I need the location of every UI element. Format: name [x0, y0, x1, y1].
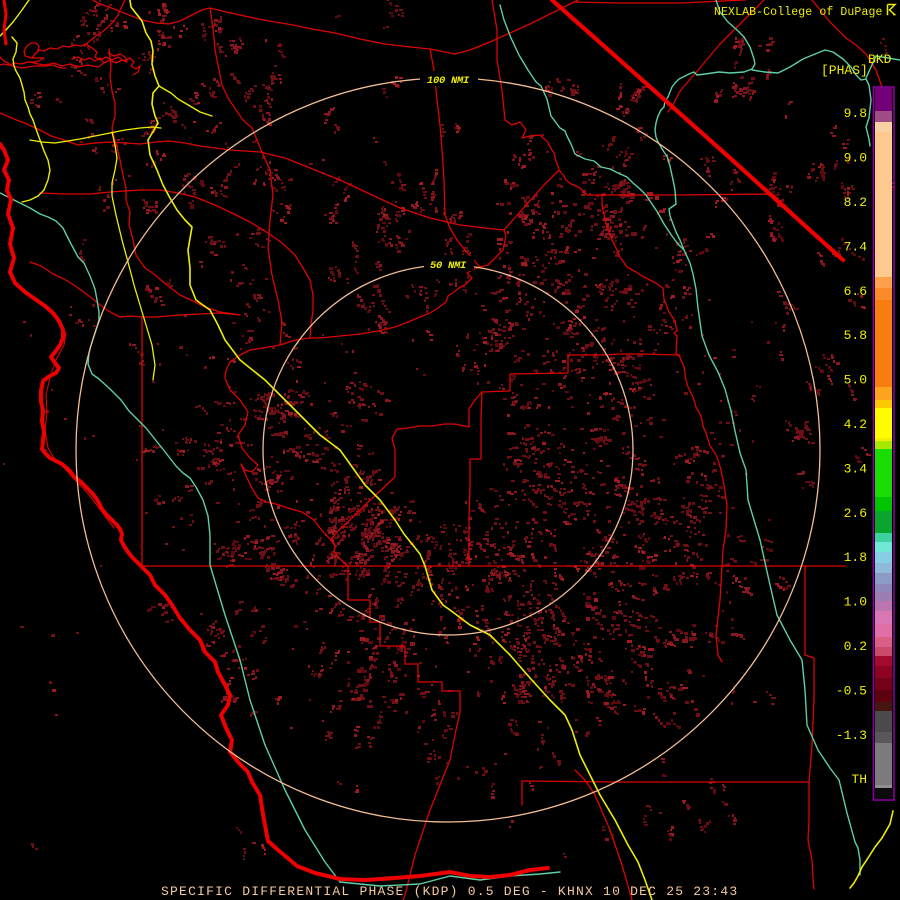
svg-text:6.6: 6.6 — [844, 284, 867, 299]
svg-text:3.4: 3.4 — [844, 461, 868, 476]
svg-text:1.0: 1.0 — [844, 595, 867, 610]
svg-text:1.8: 1.8 — [844, 550, 867, 565]
svg-text:SPECIFIC DIFFERENTIAL PHASE (K: SPECIFIC DIFFERENTIAL PHASE (KDP) 0.5 DE… — [161, 884, 738, 899]
svg-text:5.0: 5.0 — [844, 373, 867, 388]
svg-text:100 NMI: 100 NMI — [427, 75, 470, 87]
svg-text:7.4: 7.4 — [844, 239, 868, 254]
svg-text:BKD: BKD — [868, 52, 892, 67]
svg-text:0.2: 0.2 — [844, 639, 867, 654]
svg-text:9.8: 9.8 — [844, 106, 867, 121]
svg-text:4.2: 4.2 — [844, 417, 867, 432]
svg-text:-1.3: -1.3 — [836, 728, 867, 743]
svg-text:5.8: 5.8 — [844, 328, 867, 343]
svg-text:9.0: 9.0 — [844, 151, 867, 166]
svg-text:2.6: 2.6 — [844, 506, 867, 521]
svg-text:[PHAS]: [PHAS] — [821, 63, 868, 78]
svg-text:50 NMI: 50 NMI — [430, 260, 467, 272]
svg-text:NEXLAB-College of DuPage: NEXLAB-College of DuPage — [714, 6, 883, 19]
svg-text:TH: TH — [851, 772, 867, 787]
svg-text:-0.5: -0.5 — [836, 683, 867, 698]
svg-text:8.2: 8.2 — [844, 195, 867, 210]
